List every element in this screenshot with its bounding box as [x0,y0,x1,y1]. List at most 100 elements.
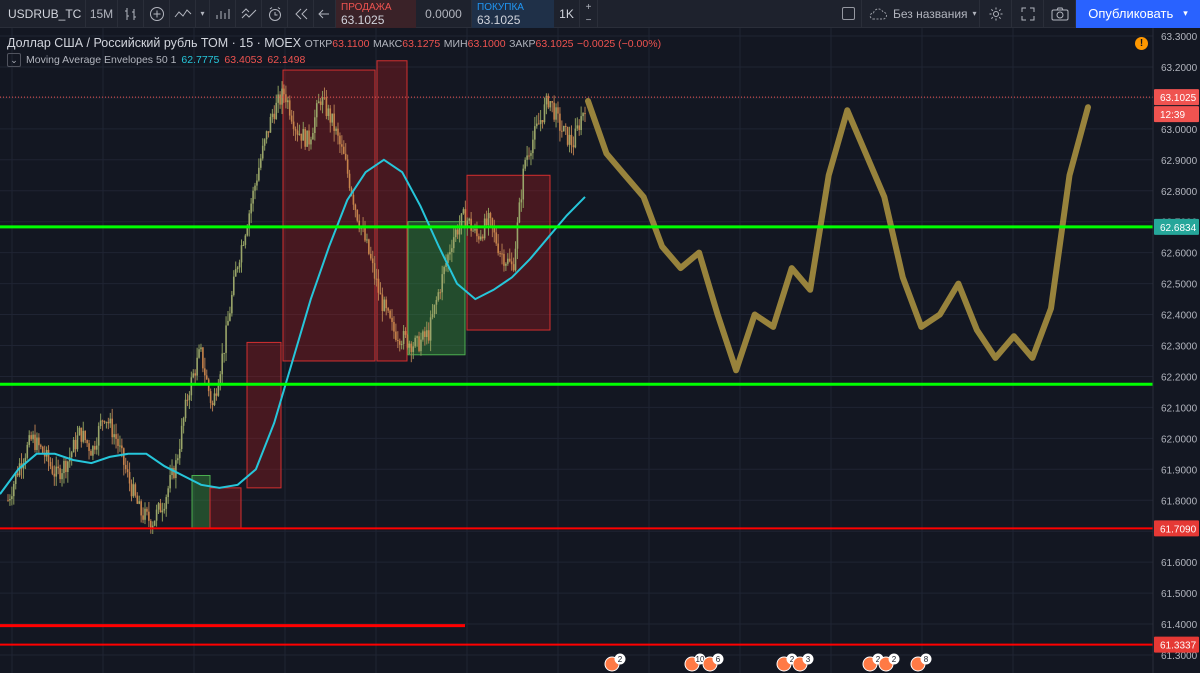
economic-event-flag[interactable]: 6 [702,653,724,672]
economic-event-flag[interactable]: 10 [684,653,706,672]
price-badge-label: 62.6834 [1160,223,1197,234]
candle-body [254,185,256,191]
candle-body [277,94,279,103]
candle-body [223,352,225,354]
candle-body [335,128,337,131]
plus-icon[interactable]: + [586,1,592,14]
collapse-chevron-icon[interactable]: ⌄ [7,53,21,67]
candle-body [231,294,233,314]
candle-body [296,130,299,135]
candle-body [256,180,258,186]
candle-body [449,252,451,255]
candle-body [281,88,283,105]
candle-body [97,426,100,446]
candle-body [70,452,73,458]
candle-body [342,146,345,154]
camera-icon[interactable] [1044,0,1076,28]
economic-event-flag[interactable]: 2 [604,653,626,672]
compare-icon[interactable] [170,0,196,28]
sell-button[interactable]: ПРОДАЖА 63.1025 [336,0,416,28]
sell-label: ПРОДАЖА [341,1,392,13]
candle-body [86,440,88,444]
minus-icon[interactable]: − [586,14,592,27]
candle-body [252,190,254,204]
sync-checkbox[interactable] [836,0,862,28]
candle-body [476,228,478,237]
add-indicator-icon[interactable] [144,0,170,28]
candle-body [377,278,380,293]
candle-body [111,418,114,438]
candle-body [312,132,314,140]
candle-body [404,331,407,335]
price-tick-label: 63.2000 [1161,63,1198,74]
candle-body [474,228,476,231]
candle-body [236,267,239,270]
candle-body [283,88,285,95]
candle-body [184,399,187,419]
candle-body [489,213,492,219]
candle-body [121,445,123,449]
symbol-search-button[interactable]: USDRUB_TC [0,0,86,28]
candle-body [346,159,349,174]
candle-body [580,116,582,131]
candle-body [408,343,411,348]
candle-body [568,134,571,145]
candle-body [95,445,98,450]
price-tick-label: 62.5000 [1161,280,1198,291]
candle-body [503,253,505,266]
candle-body [294,129,297,131]
candle-body [78,427,81,436]
gear-icon[interactable] [980,0,1012,28]
high-value: 63.1275 [402,38,441,50]
interval-button[interactable]: 15M [86,0,118,28]
candle-body [130,483,133,497]
candle-body [175,460,177,479]
candle-body [244,235,247,245]
quantity-input[interactable]: 1K [554,0,580,28]
candle-body [572,145,575,148]
quantity-stepper[interactable]: + − [580,0,598,28]
warning-icon[interactable]: ! [1135,37,1148,50]
candle-body [290,115,293,122]
event-count-label: 2 [618,655,623,664]
candle-body [159,503,162,513]
candle-body [495,232,498,244]
chart-legend-title: Доллар США / Российский рубль ТОМ · 15 ·… [7,36,661,50]
candle-body [576,125,579,129]
candle-body [478,236,480,240]
economic-event-flag[interactable]: 8 [910,653,932,672]
indicator-legend[interactable]: ⌄ Moving Average Envelopes 50 1 62.7775 … [7,53,305,67]
chart-area[interactable]: 63.3000 63.2000 63.1000 63.0000 62.9000 62.80… [0,28,1200,673]
fullscreen-icon[interactable] [1012,0,1044,28]
candle-body [200,347,202,350]
event-count-label: 3 [806,655,811,664]
candle-body [161,510,164,513]
checkbox-icon [842,7,855,20]
undo-icon[interactable] [314,0,336,28]
candle-body [310,139,312,145]
candle-body [165,497,168,509]
candle-body [113,434,115,438]
candle-body [564,125,567,127]
candle-body [416,336,418,338]
candle-body [173,467,175,479]
templates-icon[interactable] [236,0,262,28]
compare-dropdown-icon[interactable]: ▾ [196,0,210,28]
candle-body [192,373,195,378]
price-chart-svg[interactable]: 63.3000 63.2000 63.1000 63.0000 62.9000 62.80… [0,28,1200,673]
buy-button[interactable]: ПОКУПКА 63.1025 [472,0,554,28]
publish-button[interactable]: Опубликовать ▾ [1076,0,1200,28]
candle-body [246,227,249,236]
candle-body [308,130,310,145]
candle-body [186,399,189,401]
layout-name-button[interactable]: Без названия ▾ [862,0,980,28]
indicators-icon[interactable] [210,0,236,28]
candle-body [169,475,171,489]
candle-body [240,245,243,263]
price-badge-label: 12:39 [1160,110,1185,121]
close-value: 63.1025 [535,38,574,50]
alert-clock-icon[interactable] [262,0,288,28]
bar-style-icon[interactable] [118,0,144,28]
replay-icon[interactable] [288,0,314,28]
candle-body [80,427,83,442]
